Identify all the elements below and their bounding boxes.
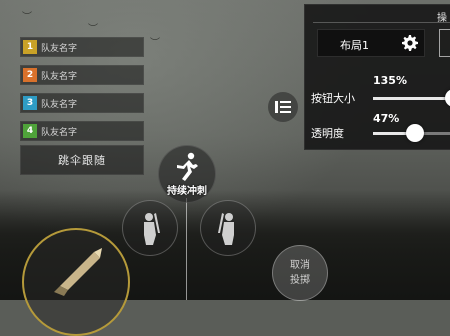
team-member-3[interactable]: 3 队友名字	[20, 93, 144, 113]
layout-selector[interactable]: 布局1	[317, 29, 425, 57]
list-toggle-icon	[275, 101, 291, 113]
cancel-throw-button[interactable]: 取消 投掷	[272, 245, 328, 301]
bird-decoration: ︶	[88, 24, 98, 35]
opacity-label: 透明度	[311, 127, 344, 140]
lean-right-icon	[218, 213, 234, 245]
button-size-label: 按钮大小	[311, 92, 355, 105]
bird-decoration: ︶	[150, 38, 160, 49]
member-name: 队友名字	[41, 71, 78, 82]
member-number-badge: 2	[23, 68, 37, 82]
lean-right-button[interactable]	[200, 200, 256, 256]
center-guide-line	[186, 198, 187, 300]
list-toggle-button[interactable]	[268, 92, 298, 122]
member-name: 队友名字	[41, 127, 78, 138]
team-member-4[interactable]: 4 队友名字	[20, 121, 144, 141]
sprint-button[interactable]: 持续冲刺	[158, 145, 216, 203]
cancel-throw-label-line1: 取消	[290, 260, 310, 271]
button-size-value: 135%	[373, 74, 407, 87]
layout-name: 布局1	[340, 39, 369, 52]
opacity-slider-knob[interactable]	[406, 124, 425, 142]
member-number-badge: 1	[23, 40, 37, 54]
weapon-fire-button[interactable]	[22, 228, 130, 336]
panel-divider	[313, 22, 450, 23]
layout-settings-panel: 操 布局1 按钮大小 135% 透明度 47%	[304, 4, 450, 150]
team-member-2[interactable]: 2 队友名字	[20, 65, 144, 85]
button-size-slider-track[interactable]	[373, 97, 450, 100]
running-person-icon	[177, 152, 198, 181]
member-number-badge: 4	[23, 124, 37, 138]
sprint-label: 持续冲刺	[167, 186, 207, 197]
bullet-icon	[54, 248, 102, 296]
member-name: 队友名字	[41, 43, 78, 54]
button-size-slider-knob[interactable]	[445, 89, 450, 107]
lean-left-icon	[144, 213, 160, 245]
cancel-throw-label-line2: 投掷	[290, 275, 310, 286]
bird-decoration: ︶	[22, 12, 32, 23]
opacity-value: 47%	[373, 112, 400, 125]
side-option-box[interactable]	[439, 29, 450, 57]
team-member-1[interactable]: 1 队友名字	[20, 37, 144, 57]
lean-left-button[interactable]	[122, 200, 178, 256]
member-name: 队友名字	[41, 99, 78, 110]
parachute-follow-button[interactable]: 跳伞跟随	[20, 145, 144, 175]
member-number-badge: 3	[23, 96, 37, 110]
gear-icon[interactable]	[402, 35, 418, 51]
team-list: 1 队友名字 2 队友名字 3 队友名字 4 队友名字	[20, 37, 144, 149]
